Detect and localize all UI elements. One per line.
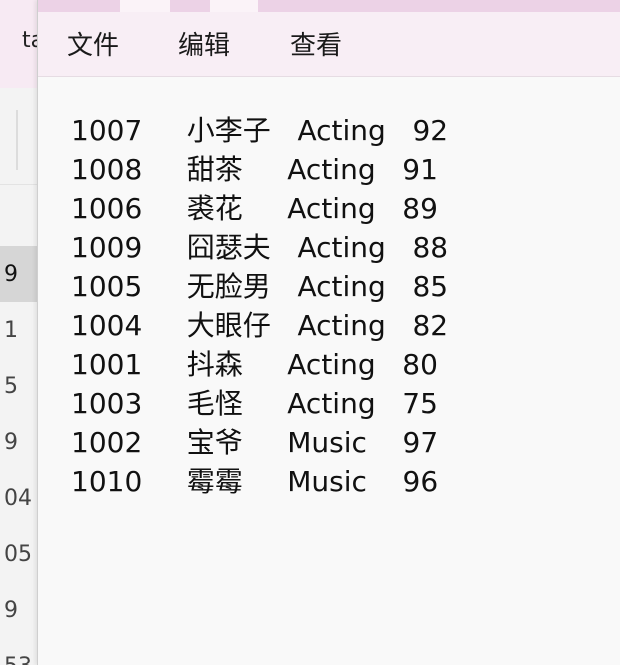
background-toolbar-divider [16, 110, 18, 170]
text-line: 1005 无脸男 Acting 85 [71, 270, 449, 303]
title-tab[interactable] [120, 0, 170, 12]
background-row-text: 53 [4, 654, 32, 665]
text-line: 1007 小李子 Acting 92 [71, 114, 449, 147]
background-row-text: 04 [4, 485, 32, 511]
menu-file[interactable]: 文件 [67, 30, 119, 62]
menu-edit[interactable]: 编辑 [178, 30, 230, 62]
menu-view[interactable]: 查看 [290, 30, 342, 62]
text-line: 1002 宝爷 Music 97 [71, 426, 439, 459]
text-line: 1001 抖森 Acting 80 [71, 348, 438, 381]
text-line: 1004 大眼仔 Acting 82 [71, 309, 449, 342]
background-row-text: 9 [4, 597, 18, 623]
background-row-text: 9 [4, 261, 18, 287]
background-row[interactable]: 05 [0, 526, 40, 582]
screen: ta 9 1 5 9 04 05 9 53 文件 编辑 查看 1007 小李子 … [0, 0, 620, 665]
background-row-text: 05 [4, 541, 32, 567]
background-row-list: 9 1 5 9 04 05 9 53 [0, 246, 40, 665]
title-tab[interactable] [210, 0, 258, 12]
title-bar[interactable] [38, 0, 620, 12]
background-row[interactable]: 1 [0, 302, 40, 358]
background-tab-strip: ta [0, 0, 40, 88]
background-row[interactable]: 9 [0, 582, 40, 638]
text-line: 1006 裘花 Acting 89 [71, 192, 438, 225]
menu-bar: 文件 编辑 查看 [38, 12, 620, 77]
text-line: 1008 甜茶 Acting 91 [71, 153, 438, 186]
background-row-text: 1 [4, 317, 18, 343]
background-row-text: 5 [4, 373, 18, 399]
background-row[interactable]: 53 [0, 638, 40, 665]
background-toolbar [0, 88, 40, 185]
background-row-text: 9 [4, 429, 18, 455]
notepad-window: 文件 编辑 查看 1007 小李子 Acting 92 1008 甜茶 Acti… [37, 0, 620, 665]
background-row[interactable]: 9 [0, 414, 40, 470]
background-window: ta 9 1 5 9 04 05 9 53 [0, 0, 40, 665]
background-row[interactable]: 9 [0, 246, 40, 302]
text-editor[interactable]: 1007 小李子 Acting 92 1008 甜茶 Acting 91 100… [38, 77, 620, 665]
background-row[interactable]: 04 [0, 470, 40, 526]
text-line: 1010 霉霉 Music 96 [71, 465, 439, 498]
background-row[interactable]: 5 [0, 358, 40, 414]
text-line: 1003 毛怪 Acting 75 [71, 387, 438, 420]
text-line: 1009 囧瑟夫 Acting 88 [71, 231, 449, 264]
